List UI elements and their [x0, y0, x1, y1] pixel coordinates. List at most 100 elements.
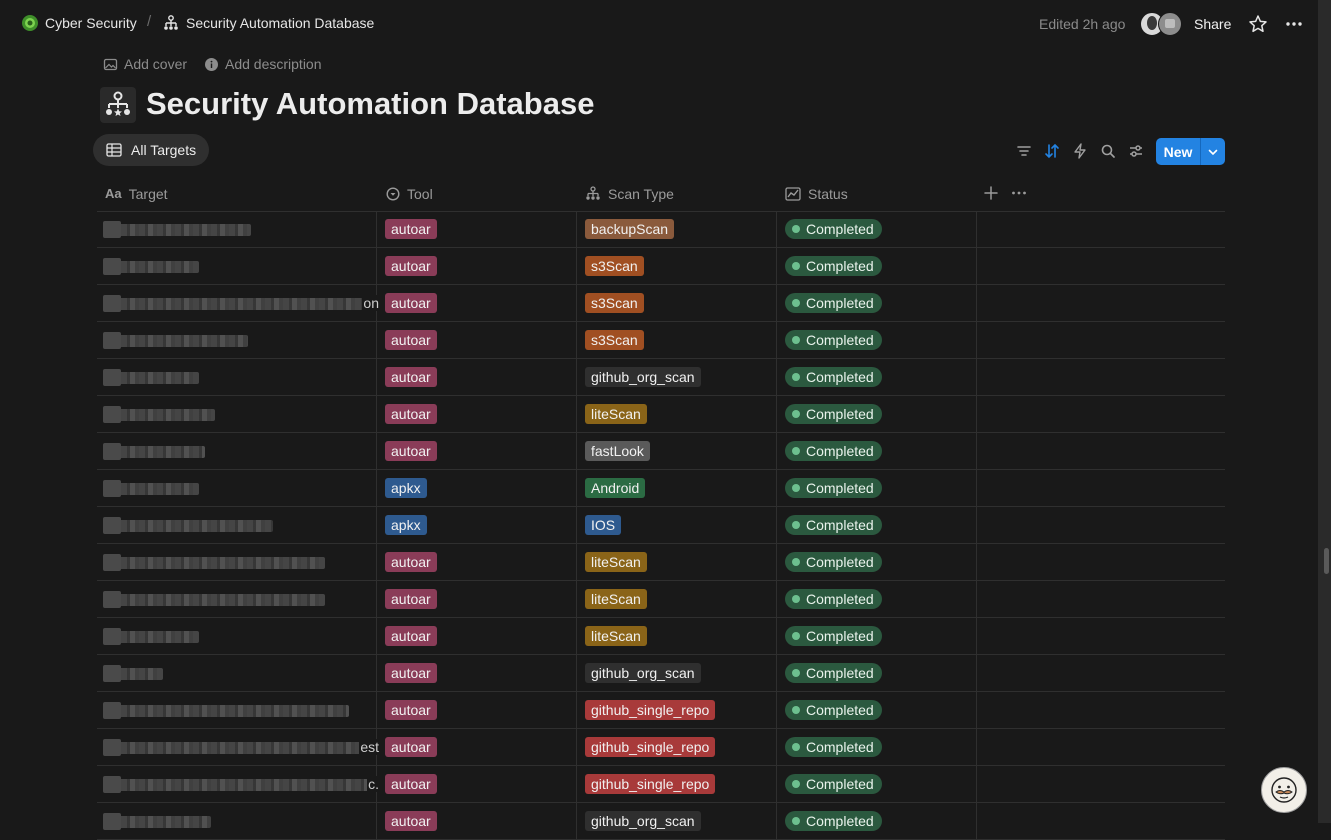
status-cell[interactable]: Completed — [777, 396, 977, 432]
scan-type-cell[interactable]: github_single_repo — [577, 729, 777, 765]
column-header-status[interactable]: Status — [785, 176, 848, 211]
status-cell[interactable]: Completed — [777, 618, 977, 654]
table-row[interactable]: autoar liteScan Completed — [97, 618, 1225, 655]
tool-cell[interactable]: autoar — [377, 396, 577, 432]
help-assistant-button[interactable] — [1261, 767, 1307, 813]
tool-cell[interactable]: autoar — [377, 248, 577, 284]
empty-cell[interactable] — [977, 470, 1225, 506]
add-cover-button[interactable]: Add cover — [103, 56, 187, 72]
scan-type-cell[interactable]: github_single_repo — [577, 766, 777, 802]
status-cell[interactable]: Completed — [777, 803, 977, 839]
tool-cell[interactable]: autoar — [377, 359, 577, 395]
target-cell[interactable] — [97, 655, 377, 691]
column-header-scan-type[interactable]: Scan Type — [585, 176, 674, 211]
table-row[interactable]: autoar github_single_repo Completed — [97, 692, 1225, 729]
empty-cell[interactable] — [977, 285, 1225, 321]
empty-cell[interactable] — [977, 766, 1225, 802]
settings-sliders-icon[interactable] — [1127, 142, 1145, 160]
scan-type-cell[interactable]: IOS — [577, 507, 777, 543]
empty-cell[interactable] — [977, 618, 1225, 654]
target-cell[interactable]: on — [97, 285, 379, 321]
search-icon[interactable] — [1099, 142, 1117, 160]
table-row[interactable]: autoar github_org_scan Completed — [97, 359, 1225, 396]
target-cell[interactable] — [97, 618, 377, 654]
scan-type-cell[interactable]: liteScan — [577, 396, 777, 432]
status-cell[interactable]: Completed — [777, 433, 977, 469]
add-description-button[interactable]: Add description — [204, 56, 322, 72]
status-cell[interactable]: Completed — [777, 322, 977, 358]
scan-type-cell[interactable]: Android — [577, 470, 777, 506]
tool-cell[interactable]: autoar — [377, 618, 577, 654]
table-row[interactable]: autoar liteScan Completed — [97, 396, 1225, 433]
tool-cell[interactable]: autoar — [377, 766, 577, 802]
status-cell[interactable]: Completed — [777, 470, 977, 506]
tool-cell[interactable]: autoar — [377, 729, 577, 765]
tool-cell[interactable]: autoar — [377, 211, 577, 247]
scan-type-cell[interactable]: fastLook — [577, 433, 777, 469]
target-cell[interactable] — [97, 581, 377, 617]
empty-cell[interactable] — [977, 322, 1225, 358]
add-column-plus-icon[interactable] — [982, 184, 1000, 202]
table-row[interactable]: autoar github_org_scan Completed — [97, 655, 1225, 692]
more-options-icon[interactable] — [1284, 14, 1304, 34]
tool-cell[interactable]: autoar — [377, 433, 577, 469]
empty-cell[interactable] — [977, 581, 1225, 617]
empty-cell[interactable] — [977, 433, 1225, 469]
share-button[interactable]: Share — [1194, 16, 1231, 32]
target-cell[interactable] — [97, 359, 377, 395]
target-cell[interactable] — [97, 248, 377, 284]
scan-type-cell[interactable]: liteScan — [577, 581, 777, 617]
target-cell[interactable]: est — [97, 729, 379, 765]
scrollbar-thumb[interactable] — [1324, 548, 1329, 574]
target-cell[interactable] — [97, 507, 377, 543]
scan-type-cell[interactable]: s3Scan — [577, 322, 777, 358]
tool-cell[interactable]: autoar — [377, 655, 577, 691]
scan-type-cell[interactable]: s3Scan — [577, 285, 777, 321]
scan-type-cell[interactable]: s3Scan — [577, 248, 777, 284]
target-cell[interactable] — [97, 433, 377, 469]
status-cell[interactable]: Completed — [777, 359, 977, 395]
status-cell[interactable]: Completed — [777, 507, 977, 543]
new-dropdown-button[interactable] — [1201, 138, 1225, 165]
empty-cell[interactable] — [977, 655, 1225, 691]
table-row[interactable]: est autoar github_single_repo Completed — [97, 729, 1225, 766]
target-cell[interactable] — [97, 803, 377, 839]
table-row[interactable]: autoar s3Scan Completed — [97, 248, 1225, 285]
tool-cell[interactable]: apkx — [377, 507, 577, 543]
scan-type-cell[interactable]: github_single_repo — [577, 692, 777, 728]
empty-cell[interactable] — [977, 359, 1225, 395]
filter-icon[interactable] — [1015, 142, 1033, 160]
table-row[interactable]: autoar liteScan Completed — [97, 544, 1225, 581]
tool-cell[interactable]: autoar — [377, 692, 577, 728]
empty-cell[interactable] — [977, 544, 1225, 580]
table-row[interactable]: autoar liteScan Completed — [97, 581, 1225, 618]
table-row[interactable]: autoar backupScan Completed — [97, 211, 1225, 248]
scan-type-cell[interactable]: liteScan — [577, 544, 777, 580]
tool-cell[interactable]: autoar — [377, 322, 577, 358]
target-cell[interactable] — [97, 396, 377, 432]
empty-cell[interactable] — [977, 803, 1225, 839]
database-hierarchy-icon[interactable] — [100, 87, 136, 123]
sort-icon[interactable] — [1043, 142, 1061, 160]
collaborator-avatars[interactable] — [1140, 12, 1184, 36]
tool-cell[interactable]: apkx — [377, 470, 577, 506]
target-cell[interactable] — [97, 470, 377, 506]
table-row[interactable]: on autoar s3Scan Completed — [97, 285, 1225, 322]
tool-cell[interactable]: autoar — [377, 544, 577, 580]
table-row[interactable]: apkx IOS Completed — [97, 507, 1225, 544]
status-cell[interactable]: Completed — [777, 248, 977, 284]
target-cell[interactable] — [97, 211, 377, 247]
scan-type-cell[interactable]: backupScan — [577, 211, 777, 247]
tool-cell[interactable]: autoar — [377, 803, 577, 839]
scan-type-cell[interactable]: liteScan — [577, 618, 777, 654]
table-row[interactable]: autoar s3Scan Completed — [97, 322, 1225, 359]
favorite-star-icon[interactable] — [1248, 14, 1268, 34]
table-row[interactable]: autoar fastLook Completed — [97, 433, 1225, 470]
empty-cell[interactable] — [977, 211, 1225, 247]
tool-cell[interactable]: autoar — [377, 285, 577, 321]
empty-cell[interactable] — [977, 729, 1225, 765]
status-cell[interactable]: Completed — [777, 655, 977, 691]
empty-cell[interactable] — [977, 692, 1225, 728]
view-tab-all-targets[interactable]: All Targets — [93, 134, 210, 166]
table-row[interactable]: c. autoar github_single_repo Completed — [97, 766, 1225, 803]
